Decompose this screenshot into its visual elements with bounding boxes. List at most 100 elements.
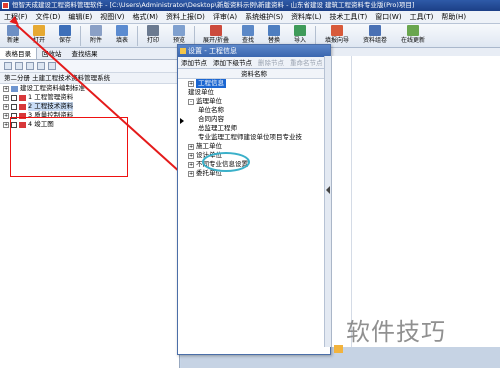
- node-checkbox[interactable]: [11, 94, 17, 101]
- tab-search-results[interactable]: 查找结果: [67, 48, 103, 59]
- attach-icon: [90, 25, 102, 36]
- collapse-arrow-icon[interactable]: [326, 186, 330, 194]
- info-tree-node-label: 监理单位: [196, 97, 222, 105]
- delete-icon[interactable]: [37, 62, 45, 70]
- expand-toggle-icon[interactable]: +: [188, 152, 194, 159]
- preview-icon: [173, 25, 185, 36]
- dialog-toolbar-button: 重命名节点: [290, 59, 323, 67]
- tree-node[interactable]: +1 工程管理资料: [3, 93, 179, 102]
- sheet-icon: [334, 345, 343, 353]
- expand-toggle-icon[interactable]: +: [188, 80, 194, 87]
- info-tree-node[interactable]: 合同内容: [180, 115, 330, 124]
- left-pane-toolbar: [0, 60, 179, 73]
- expand-toggle-icon[interactable]: -: [188, 98, 194, 105]
- window-title: 恒智天成建设工程资料管理软件 - [C:\Users\Administrator…: [12, 1, 415, 9]
- toolbar-button-fill[interactable]: 填表: [109, 24, 135, 47]
- expand-toggle-icon[interactable]: +: [188, 170, 194, 177]
- menu-item-3[interactable]: 视图(V): [96, 11, 128, 23]
- menu-item-4[interactable]: 格式(M): [129, 11, 163, 23]
- expand-toggle-icon[interactable]: +: [188, 143, 194, 150]
- toolbar-button-label: 打印: [146, 37, 159, 44]
- info-tree-node-label: 单位名称: [198, 106, 224, 114]
- expand-all-icon[interactable]: [4, 62, 12, 70]
- fill-icon: [116, 25, 128, 36]
- menu-item-6[interactable]: 评审(A): [209, 11, 241, 23]
- info-tree-node[interactable]: 总监理工程师: [180, 124, 330, 133]
- dialog-toolbar-button[interactable]: 添加节点: [178, 57, 210, 68]
- info-tree-node-label: 专业监理工程师建设单位项目专业技: [198, 133, 302, 141]
- toolbar-button-label: 新建: [6, 37, 19, 44]
- toolbar-button-update[interactable]: 在线更新: [394, 24, 432, 47]
- dialog-detail-panel: [331, 56, 500, 353]
- detail-grid-column: [332, 56, 352, 347]
- dialog-icon: [180, 48, 186, 54]
- toolbar-button-archive[interactable]: 资料组卷: [356, 24, 394, 47]
- dialog-toolbar-button[interactable]: 添加下级节点: [210, 57, 255, 68]
- volume-header: 第二分册 土建工程技术资料管理系统: [0, 73, 179, 84]
- toolbar-button-attach[interactable]: 附件: [83, 24, 109, 47]
- expand-toggle-icon[interactable]: +: [3, 121, 9, 128]
- menu-item-2[interactable]: 编辑(E): [64, 11, 96, 23]
- table-catalog-pane: 表格目录 回收站 查找结果 第二分册 土建工程技术资料管理系统 + 建设工程资料编…: [0, 48, 180, 368]
- menu-item-12[interactable]: 帮助(H): [437, 11, 470, 23]
- tree-node-label: 1 工程管理资料: [28, 93, 74, 101]
- menu-item-7[interactable]: 系统维护(S): [241, 11, 287, 23]
- dialog-title: 设置 - 工程信息: [188, 47, 237, 55]
- refresh-icon[interactable]: [26, 62, 34, 70]
- find-icon: [242, 25, 254, 36]
- annotation-highlight-box: [10, 117, 128, 177]
- expand-toggle-icon[interactable]: +: [3, 85, 9, 92]
- menu-item-8[interactable]: 资料库(L): [287, 11, 325, 23]
- node-checkbox[interactable]: [11, 103, 17, 110]
- menu-item-10[interactable]: 窗口(W): [371, 11, 405, 23]
- toolbar-button-new[interactable]: 新建: [0, 24, 26, 47]
- toolbar-button-label: 保存: [58, 37, 71, 44]
- toolbar-separator: [315, 26, 316, 46]
- menu-item-1[interactable]: 文件(D): [32, 11, 65, 23]
- menu-item-5[interactable]: 资料上报(D): [162, 11, 209, 23]
- toolbar-button-print[interactable]: 打印: [140, 24, 166, 47]
- toolbar-button-save[interactable]: 保存: [52, 24, 78, 47]
- tree-node-label: 建设工程资料编制标准: [20, 84, 85, 92]
- info-tree-node[interactable]: - 监理单位: [180, 97, 330, 106]
- expand-icon: [210, 25, 222, 36]
- panel-splitter[interactable]: [324, 56, 331, 347]
- archive-icon: [369, 25, 381, 36]
- folder-icon: [19, 103, 26, 110]
- toolbar-button-label: 填表: [115, 37, 128, 44]
- book-icon: [11, 85, 18, 92]
- toolbar-separator: [80, 26, 81, 46]
- toolbar-separator: [194, 26, 195, 46]
- info-tree-node-label: 合同内容: [198, 115, 224, 123]
- expand-toggle-icon[interactable]: +: [3, 103, 9, 110]
- sort-icon[interactable]: [48, 62, 56, 70]
- info-tree: + 工程信息 建设单位 - 监理单位 单位名称 合同内容 总监理工程师 专业监理工程师建设单位项…: [178, 79, 330, 178]
- save-icon: [59, 25, 71, 36]
- info-tree-node-label: 总监理工程师: [198, 124, 237, 132]
- expand-toggle-icon[interactable]: +: [188, 161, 194, 168]
- update-icon: [407, 25, 419, 36]
- tree-node[interactable]: +2 工程技术资料: [3, 102, 179, 111]
- tab-table-catalog[interactable]: 表格目录: [0, 48, 37, 59]
- info-tree-node[interactable]: + 施工单位: [180, 142, 330, 151]
- window-title-bar: 恒智天成建设工程资料管理软件 - [C:\Users\Administrator…: [0, 0, 500, 11]
- info-tree-node[interactable]: + 工程信息: [180, 79, 330, 88]
- toolbar-separator: [137, 26, 138, 46]
- dialog-title-bar: 设置 - 工程信息: [178, 45, 330, 57]
- folder-icon: [19, 94, 26, 101]
- info-tree-node[interactable]: + 委托单位: [180, 169, 330, 178]
- expand-toggle-icon[interactable]: +: [3, 94, 9, 101]
- menu-item-9[interactable]: 技术工具(T): [325, 11, 371, 23]
- wizard-icon: [331, 25, 343, 36]
- menu-item-11[interactable]: 工具(T): [406, 11, 438, 23]
- dialog-tree-panel: 资料名称 + 工程信息 建设单位 - 监理单位 单位名称 合同内容 总监理工程师 专业监理工程师…: [178, 69, 330, 354]
- column-header: 资料名称: [178, 69, 330, 79]
- expand-toggle-icon[interactable]: +: [3, 112, 9, 119]
- left-pane-tabs: 表格目录 回收站 查找结果: [0, 48, 179, 60]
- collapse-all-icon[interactable]: [15, 62, 23, 70]
- open-icon: [33, 25, 45, 36]
- info-tree-node[interactable]: 专业监理工程师建设单位项目专业技: [180, 133, 330, 142]
- app-icon: [2, 2, 9, 9]
- info-tree-node[interactable]: 单位名称: [180, 106, 330, 115]
- info-tree-node[interactable]: 建设单位: [180, 88, 330, 97]
